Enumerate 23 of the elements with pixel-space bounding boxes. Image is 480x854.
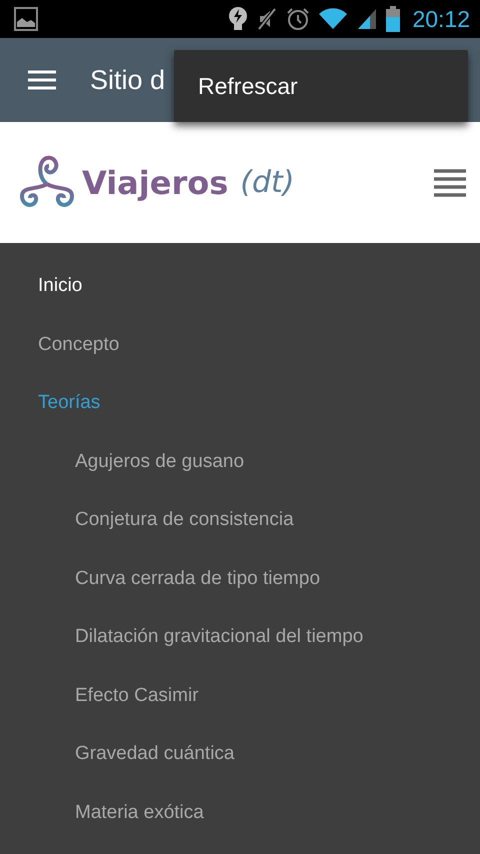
menu-icon[interactable]: [434, 168, 466, 196]
nav-subitem[interactable]: Dilatación gravitacional del tiempo: [0, 608, 480, 666]
wifi-icon: [318, 7, 348, 31]
image-icon: [14, 7, 38, 31]
muted-speaker-icon: [256, 7, 278, 31]
nav-subitem[interactable]: Conjetura de consistencia: [0, 491, 480, 550]
alarm-clock-icon: [286, 7, 310, 31]
nav-subitem[interactable]: Materia exótica: [0, 784, 480, 842]
battery-icon: [386, 6, 400, 32]
lightbulb-icon: [228, 6, 248, 32]
menu-item[interactable]: Refrescar: [174, 50, 468, 122]
nav-subitem[interactable]: Agujeros de gusano: [0, 432, 480, 491]
nav-item[interactable]: Inicio: [0, 257, 480, 316]
signal-icon: [356, 7, 378, 31]
nav-subitem[interactable]: Gravedad cuántica: [0, 725, 480, 784]
app-title: Sitio d: [90, 64, 166, 96]
nav-item[interactable]: Concepto: [0, 316, 480, 374]
logo-name: Viajeros: [82, 164, 228, 202]
logo-suffix: (dt): [240, 165, 294, 200]
clock-time: 20:12: [412, 6, 470, 32]
nav-subitem[interactable]: Curva cerrada de tipo tiempo: [0, 550, 480, 608]
nav-subitem[interactable]: Efecto Casimir: [0, 666, 480, 725]
nav-item[interactable]: Teorías: [0, 374, 480, 432]
